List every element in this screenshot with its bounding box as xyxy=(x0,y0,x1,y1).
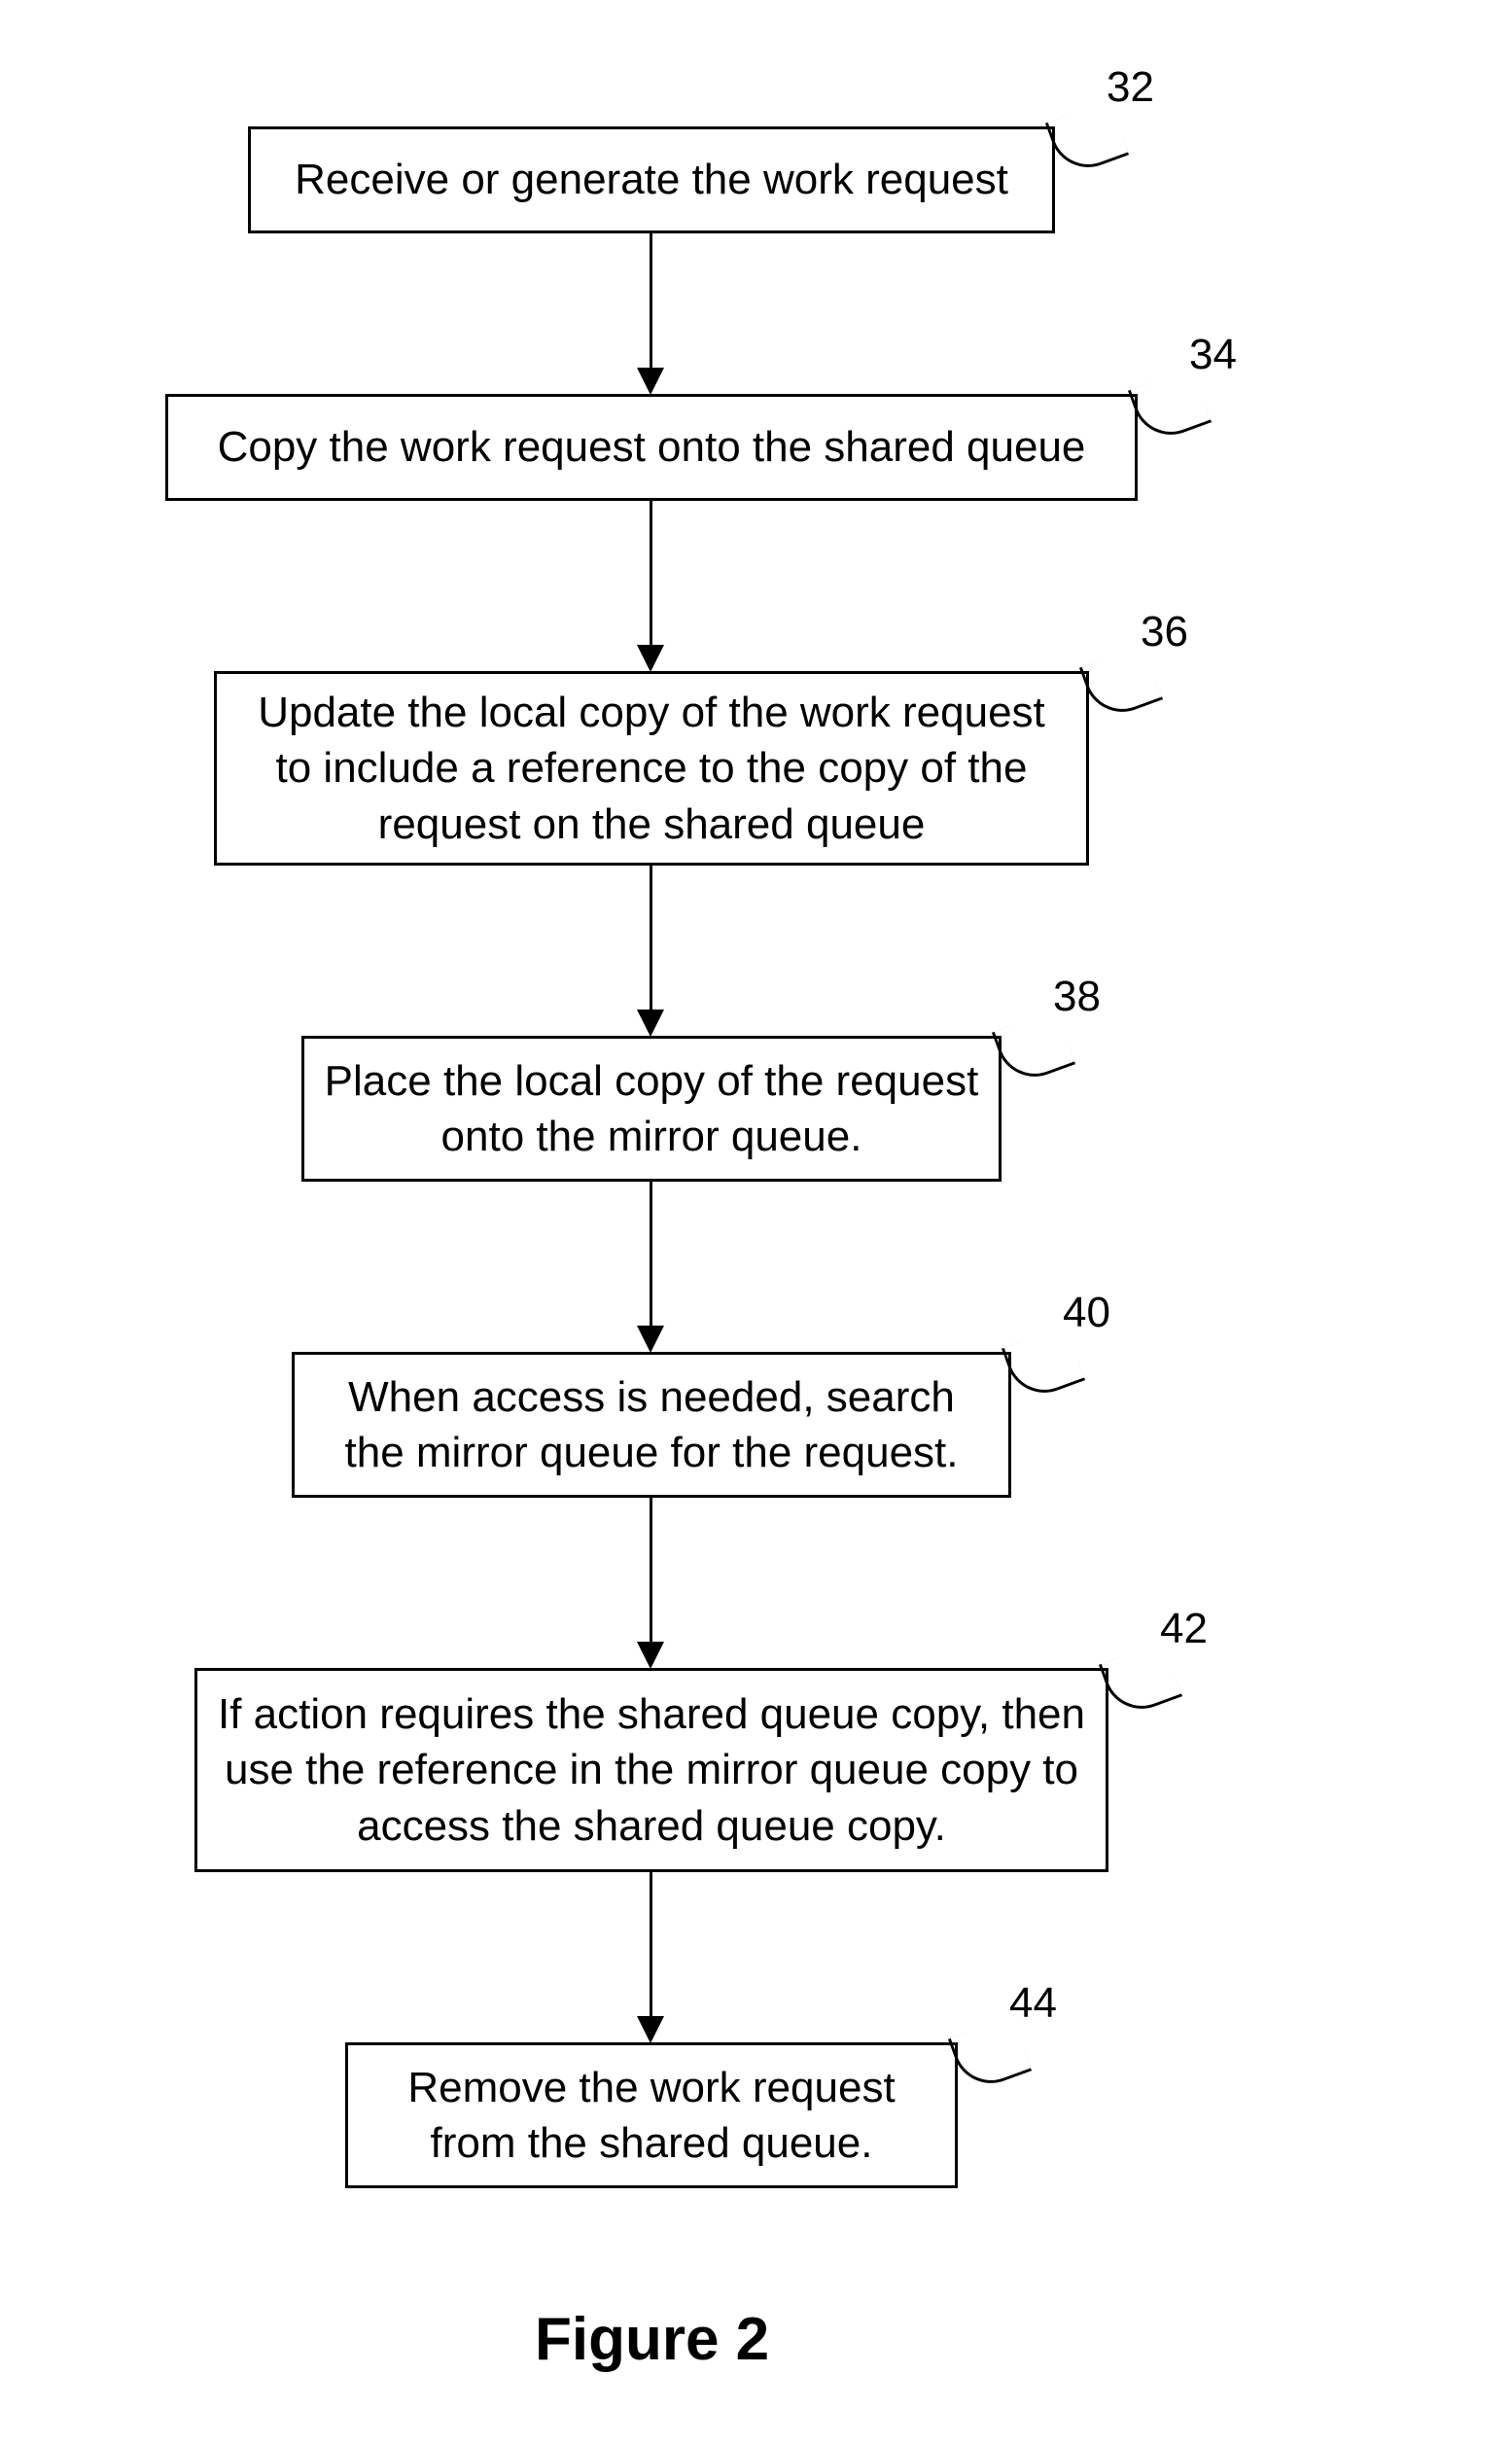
step-text: Receive or generate the work request xyxy=(295,152,1008,207)
step-box-42: If action requires the shared queue copy… xyxy=(194,1668,1108,1872)
step-text: Update the local copy of the work reques… xyxy=(236,685,1067,852)
step-label-32: 32 xyxy=(1107,63,1154,112)
arrow-head xyxy=(637,368,664,395)
step-label-36: 36 xyxy=(1141,608,1188,656)
step-box-40: When access is needed, search the mirror… xyxy=(292,1352,1011,1498)
step-text: If action requires the shared queue copy… xyxy=(217,1686,1086,1854)
arrow-line xyxy=(650,1872,652,2018)
step-text: Place the local copy of the request onto… xyxy=(324,1053,979,1164)
step-box-34: Copy the work request onto the shared qu… xyxy=(165,394,1138,501)
flowchart-canvas: Receive or generate the work request 32 … xyxy=(0,0,1512,2445)
figure-title: Figure 2 xyxy=(535,2305,769,2374)
arrow-line xyxy=(650,1182,652,1328)
arrow-line xyxy=(650,1498,652,1644)
step-label-34: 34 xyxy=(1189,331,1237,379)
step-label-40: 40 xyxy=(1063,1289,1110,1337)
step-label-44: 44 xyxy=(1009,1979,1057,2028)
step-text: Copy the work request onto the shared qu… xyxy=(218,419,1086,475)
arrow-line xyxy=(650,501,652,647)
arrow-head xyxy=(637,1642,664,1669)
step-box-38: Place the local copy of the request onto… xyxy=(301,1036,1002,1182)
arrow-head xyxy=(637,1326,664,1353)
step-label-42: 42 xyxy=(1160,1605,1208,1653)
step-label-38: 38 xyxy=(1053,973,1101,1021)
step-box-32: Receive or generate the work request xyxy=(248,126,1055,233)
arrow-head xyxy=(637,1010,664,1037)
arrow-head xyxy=(637,2016,664,2043)
step-box-36: Update the local copy of the work reques… xyxy=(214,671,1089,866)
arrow-line xyxy=(650,233,652,370)
arrow-line xyxy=(650,866,652,1011)
step-box-44: Remove the work request from the shared … xyxy=(345,2042,958,2188)
arrow-head xyxy=(637,645,664,672)
step-text: Remove the work request from the shared … xyxy=(368,2060,935,2171)
step-text: When access is needed, search the mirror… xyxy=(314,1369,989,1480)
